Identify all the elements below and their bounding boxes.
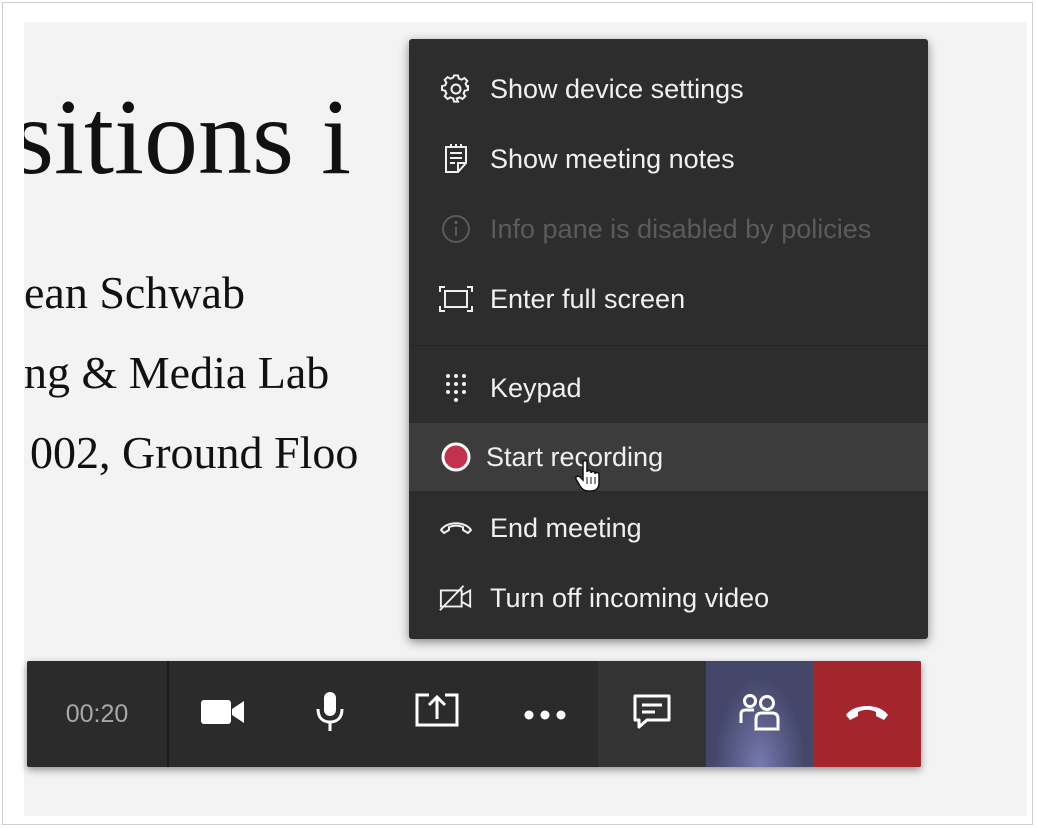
menu-item-device-settings[interactable]: Show device settings (409, 55, 928, 123)
keypad-icon (439, 371, 473, 405)
notes-icon (439, 142, 473, 176)
meeting-control-bar: 00:20 (27, 661, 921, 767)
menu-item-label: Show device settings (490, 73, 744, 104)
camera-icon (200, 697, 246, 731)
more-actions-menu: Show device settings Show meeting notes (409, 39, 928, 639)
gear-icon (439, 72, 473, 106)
more-options-button[interactable] (491, 661, 598, 767)
menu-item-label: Turn off incoming video (490, 582, 770, 613)
menu-item-start-recording[interactable]: Start recording (409, 423, 928, 492)
fullscreen-icon (439, 282, 473, 316)
hang-up-icon (844, 701, 890, 727)
slide-line-presenter: ean Schwab (24, 267, 245, 318)
more-options-icon (523, 705, 567, 724)
menu-item-keypad[interactable]: Keypad (409, 354, 928, 422)
share-screen-button[interactable] (383, 661, 491, 767)
slide-line-lab: ng & Media Lab (24, 347, 330, 398)
end-call-icon (439, 511, 473, 545)
menu-item-label: Info pane is disabled by policies (490, 213, 872, 244)
menu-item-label: End meeting (490, 512, 642, 543)
menu-separator (409, 345, 928, 346)
video-off-icon (439, 581, 473, 615)
participants-button[interactable] (706, 661, 813, 767)
menu-item-label: Enter full screen (490, 283, 686, 314)
share-screen-icon (414, 692, 460, 736)
menu-item-meeting-notes[interactable]: Show meeting notes (409, 125, 928, 193)
menu-item-info-pane-disabled: Info pane is disabled by policies (409, 195, 928, 263)
hang-up-button[interactable] (813, 661, 921, 767)
slide-title: sitions i (24, 78, 352, 197)
microphone-icon (314, 691, 346, 737)
record-icon (439, 440, 473, 474)
microphone-toggle-button[interactable] (276, 661, 383, 767)
menu-item-label: Keypad (490, 372, 582, 403)
call-duration-timer: 00:20 (65, 699, 129, 728)
menu-item-label: Show meeting notes (490, 143, 735, 174)
chat-button[interactable] (598, 661, 706, 767)
participants-icon (739, 693, 781, 735)
info-icon (439, 212, 473, 246)
chat-icon (633, 694, 671, 734)
menu-item-end-meeting[interactable]: End meeting (409, 494, 928, 562)
menu-item-turn-off-incoming-video[interactable]: Turn off incoming video (409, 564, 928, 632)
camera-toggle-button[interactable] (169, 661, 276, 767)
menu-item-full-screen[interactable]: Enter full screen (409, 265, 928, 333)
slide-line-room: 002, Ground Floo (30, 427, 359, 478)
